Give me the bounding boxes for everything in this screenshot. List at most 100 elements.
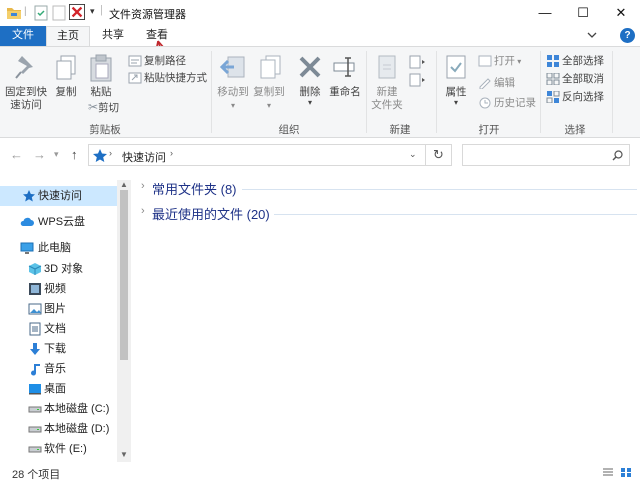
open-label: 打开 xyxy=(494,55,515,67)
new-folder-button[interactable]: 新建 文件夹 xyxy=(370,53,404,112)
large-icons-view-icon[interactable] xyxy=(620,467,632,478)
easy-access-icon[interactable] xyxy=(409,73,427,87)
address-dropdown-icon[interactable]: ⌄ xyxy=(409,149,417,160)
scroll-thumb[interactable] xyxy=(120,190,128,360)
delete-quick-icon[interactable] xyxy=(68,4,86,20)
select-none-button[interactable]: 全部取消 xyxy=(546,71,604,87)
group-recent-files[interactable]: › 最近使用的文件 (20) xyxy=(134,204,637,224)
group-label-organize: 组织 xyxy=(278,124,300,136)
copy-path-label: 复制路径 xyxy=(144,55,186,67)
pin-quick-access-button[interactable]: 固定到快 速访问 xyxy=(4,53,48,112)
address-path[interactable]: 快速访问 xyxy=(122,149,166,165)
chevron-right-icon[interactable]: › xyxy=(141,180,145,192)
breadcrumb-chevron-icon[interactable]: › xyxy=(109,148,112,158)
nav-item-drive-c[interactable]: 本地磁盘 (C:) xyxy=(0,399,117,419)
forward-arrow-icon[interactable]: → xyxy=(33,147,46,162)
close-button[interactable]: ✕ xyxy=(600,0,640,26)
group-separator xyxy=(612,51,613,133)
invert-selection-label: 反向选择 xyxy=(562,91,604,103)
new-folder-icon xyxy=(378,55,396,79)
nav-item-pictures[interactable]: 图片 xyxy=(0,299,117,319)
back-arrow-icon[interactable]: ← xyxy=(10,147,23,162)
group-divider xyxy=(274,214,637,215)
properties-button[interactable]: 属性 ▾ xyxy=(441,53,471,107)
properties-quick-icon[interactable] xyxy=(34,5,48,21)
maximize-button[interactable]: ☐ xyxy=(562,0,604,26)
properties-icon xyxy=(446,55,466,79)
open-button[interactable]: 打开 ▾ xyxy=(478,53,521,69)
search-icon xyxy=(612,150,623,161)
invert-selection-button[interactable]: 反向选择 xyxy=(546,89,604,105)
3d-objects-icon xyxy=(28,263,42,275)
nav-item-desktop[interactable]: 桌面 xyxy=(0,379,117,399)
address-bar[interactable]: › 快速访问 › ⌄ xyxy=(88,144,426,166)
refresh-button[interactable]: ↻ xyxy=(426,144,452,166)
nav-item-videos[interactable]: 视频 xyxy=(0,279,117,299)
copy-to-icon xyxy=(260,55,281,79)
nav-item-documents[interactable]: 文档 xyxy=(0,319,117,339)
edit-label: 编辑 xyxy=(494,77,515,89)
rename-button[interactable]: 重命名 xyxy=(327,53,363,99)
nav-item-3d-objects[interactable]: 3D 对象 xyxy=(0,259,117,279)
quick-access-dropdown-icon[interactable]: ▾ xyxy=(90,6,95,22)
copy-path-button[interactable]: 复制路径 xyxy=(128,53,186,69)
nav-label: 图片 xyxy=(44,303,66,315)
nav-item-drive-d[interactable]: 本地磁盘 (D:) xyxy=(0,419,117,439)
details-view-icon[interactable] xyxy=(602,467,614,478)
open-icon xyxy=(478,55,492,67)
rename-label: 重命名 xyxy=(329,86,361,98)
new-item-icon[interactable] xyxy=(409,55,427,69)
up-arrow-icon[interactable]: ↑ xyxy=(71,147,78,162)
copy-to-button[interactable]: 复制到 ▾ xyxy=(251,53,287,112)
collapse-ribbon-icon[interactable] xyxy=(586,29,598,41)
nav-label: WPS云盘 xyxy=(38,216,86,228)
edit-button[interactable]: 编辑 xyxy=(478,75,515,91)
title-bar: | ▾ | 文件资源管理器 — ☐ ✕ xyxy=(0,0,640,26)
desktop-icon xyxy=(29,384,41,395)
breadcrumb-chevron-icon[interactable]: › xyxy=(170,148,173,158)
recent-locations-icon[interactable]: ▾ xyxy=(54,149,59,160)
paste-button[interactable]: 粘贴 xyxy=(84,53,118,99)
item-count: 28 个项目 xyxy=(12,469,61,481)
tab-share[interactable]: 共享 xyxy=(92,26,134,46)
nav-label: 音乐 xyxy=(44,363,66,375)
tab-home[interactable]: 主页 xyxy=(46,26,90,47)
select-all-icon xyxy=(547,55,559,67)
paste-label: 粘贴 xyxy=(90,86,112,98)
nav-item-quick-access[interactable]: 快速访问 xyxy=(0,186,117,206)
tab-file[interactable]: 文件 xyxy=(0,26,46,46)
chevron-right-icon[interactable]: › xyxy=(141,205,145,217)
separator: | xyxy=(100,4,103,16)
nav-label: 软件 (E:) xyxy=(44,443,87,455)
nav-scrollbar[interactable]: ▲ ▼ xyxy=(117,180,131,462)
nav-item-downloads[interactable]: 下载 xyxy=(0,339,117,359)
edit-icon xyxy=(479,78,491,90)
delete-button[interactable]: 删除 ▾ xyxy=(296,53,324,107)
cut-button[interactable]: ✂剪切 xyxy=(88,99,119,115)
group-label-new: 新建 xyxy=(389,124,411,136)
group-separator xyxy=(540,51,541,133)
group-header: 常用文件夹 (8) xyxy=(152,182,237,197)
scroll-down-icon[interactable]: ▼ xyxy=(120,450,128,459)
copy-button[interactable]: 复制 xyxy=(50,53,82,99)
drive-icon xyxy=(28,406,42,413)
new-folder-quick-icon[interactable] xyxy=(52,5,66,21)
nav-item-drive-e[interactable]: 软件 (E:) xyxy=(0,439,117,459)
history-button[interactable]: 历史记录 xyxy=(478,95,536,111)
search-input[interactable] xyxy=(462,144,630,166)
move-to-button[interactable]: 移动到 ▾ xyxy=(215,53,251,112)
select-all-button[interactable]: 全部选择 xyxy=(546,53,604,69)
nav-label: 3D 对象 xyxy=(44,263,84,275)
nav-item-music[interactable]: 音乐 xyxy=(0,359,117,379)
paste-shortcut-button[interactable]: 粘贴快捷方式 xyxy=(128,70,207,86)
scroll-up-icon[interactable]: ▲ xyxy=(120,180,128,189)
computer-icon xyxy=(20,242,34,254)
video-icon xyxy=(29,283,41,295)
minimize-button[interactable]: — xyxy=(524,0,566,26)
nav-item-wps-cloud[interactable]: WPS云盘 xyxy=(0,212,117,232)
paste-icon xyxy=(90,54,112,82)
group-frequent-folders[interactable]: › 常用文件夹 (8) xyxy=(134,179,637,199)
select-none-icon xyxy=(546,72,560,86)
help-button[interactable]: ? xyxy=(620,28,635,43)
nav-item-this-pc[interactable]: 此电脑 xyxy=(0,238,117,258)
